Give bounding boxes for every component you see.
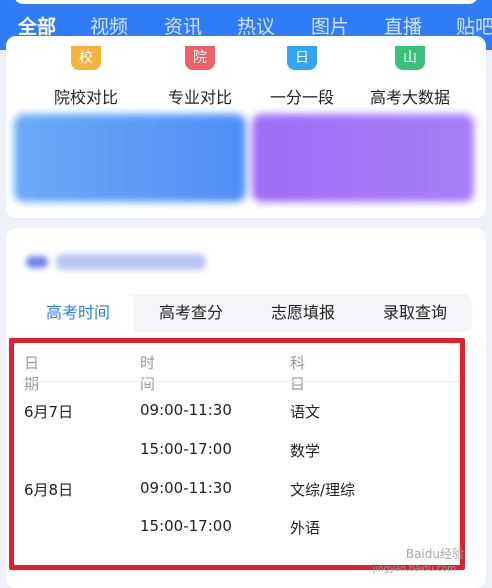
exam-schedule-card: 高考时间 高考查分 志愿填报 录取查询 日期 时间 科目 6月7日 09:00-… [6, 228, 486, 588]
table-cell-subject: 语文 [290, 403, 321, 421]
tool-label: 院校对比 [53, 88, 118, 107]
tab-images[interactable]: 图片 [311, 12, 349, 39]
major-compare-icon: 院 [185, 46, 215, 70]
tool-score-segment[interactable]: 日 一分一段 [242, 36, 362, 108]
table-cell-subject: 文综/理综 [290, 481, 356, 499]
table-cell-time: 09:00-11:30 [140, 479, 232, 497]
tool-label: 高考大数据 [369, 88, 450, 107]
title-text-blurred [56, 254, 206, 270]
tab-exam-time[interactable]: 高考时间 [22, 294, 134, 332]
column-header-time: 时间 [140, 354, 156, 393]
score-segment-icon: 日 [287, 46, 317, 70]
column-header-subject: 科目 [290, 354, 306, 393]
tab-tieba[interactable]: 贴吧 [456, 12, 492, 39]
tool-school-compare[interactable]: 校 院校对比 [26, 36, 146, 108]
promo-banner-left[interactable] [14, 114, 246, 202]
title-icon [26, 256, 48, 268]
table-cell-date: 6月8日 [24, 481, 74, 499]
tab-admission-query[interactable]: 录取查询 [359, 294, 471, 332]
table-cell-subject: 外语 [290, 519, 321, 537]
table-cell-time: 09:00-11:30 [140, 401, 232, 419]
tab-news[interactable]: 资讯 [164, 12, 202, 39]
schedule-tabs: 高考时间 高考查分 志愿填报 录取查询 [22, 294, 472, 332]
tab-video[interactable]: 视频 [90, 12, 128, 39]
table-cell-time: 15:00-17:00 [140, 517, 232, 535]
tab-live[interactable]: 直播 [384, 12, 422, 39]
tab-discuss[interactable]: 热议 [237, 12, 275, 39]
watermark-logo: Baidu经验 [405, 547, 464, 561]
watermark-url: jingyan.baidu.com [372, 564, 456, 574]
tab-application[interactable]: 志愿填报 [247, 294, 359, 332]
column-header-date: 日期 [24, 354, 40, 393]
table-divider [22, 381, 468, 382]
table-cell-date: 6月7日 [24, 403, 74, 421]
table-cell-subject: 数学 [290, 442, 321, 460]
schedule-title-blurred[interactable] [26, 250, 216, 274]
tool-big-data[interactable]: 山 高考大数据 [350, 36, 470, 108]
table-cell-time: 15:00-17:00 [140, 440, 232, 458]
tool-label: 一分一段 [269, 88, 334, 107]
tab-all[interactable]: 全部 [18, 12, 56, 39]
tab-score-query[interactable]: 高考查分 [135, 294, 247, 332]
search-bar[interactable] [14, 0, 478, 4]
big-data-icon: 山 [395, 46, 425, 70]
promo-banner-right[interactable] [252, 114, 474, 202]
school-compare-icon: 校 [71, 46, 101, 70]
tools-card: 校 院校对比 院 专业对比 日 一分一段 山 高考大数据 [6, 36, 486, 218]
